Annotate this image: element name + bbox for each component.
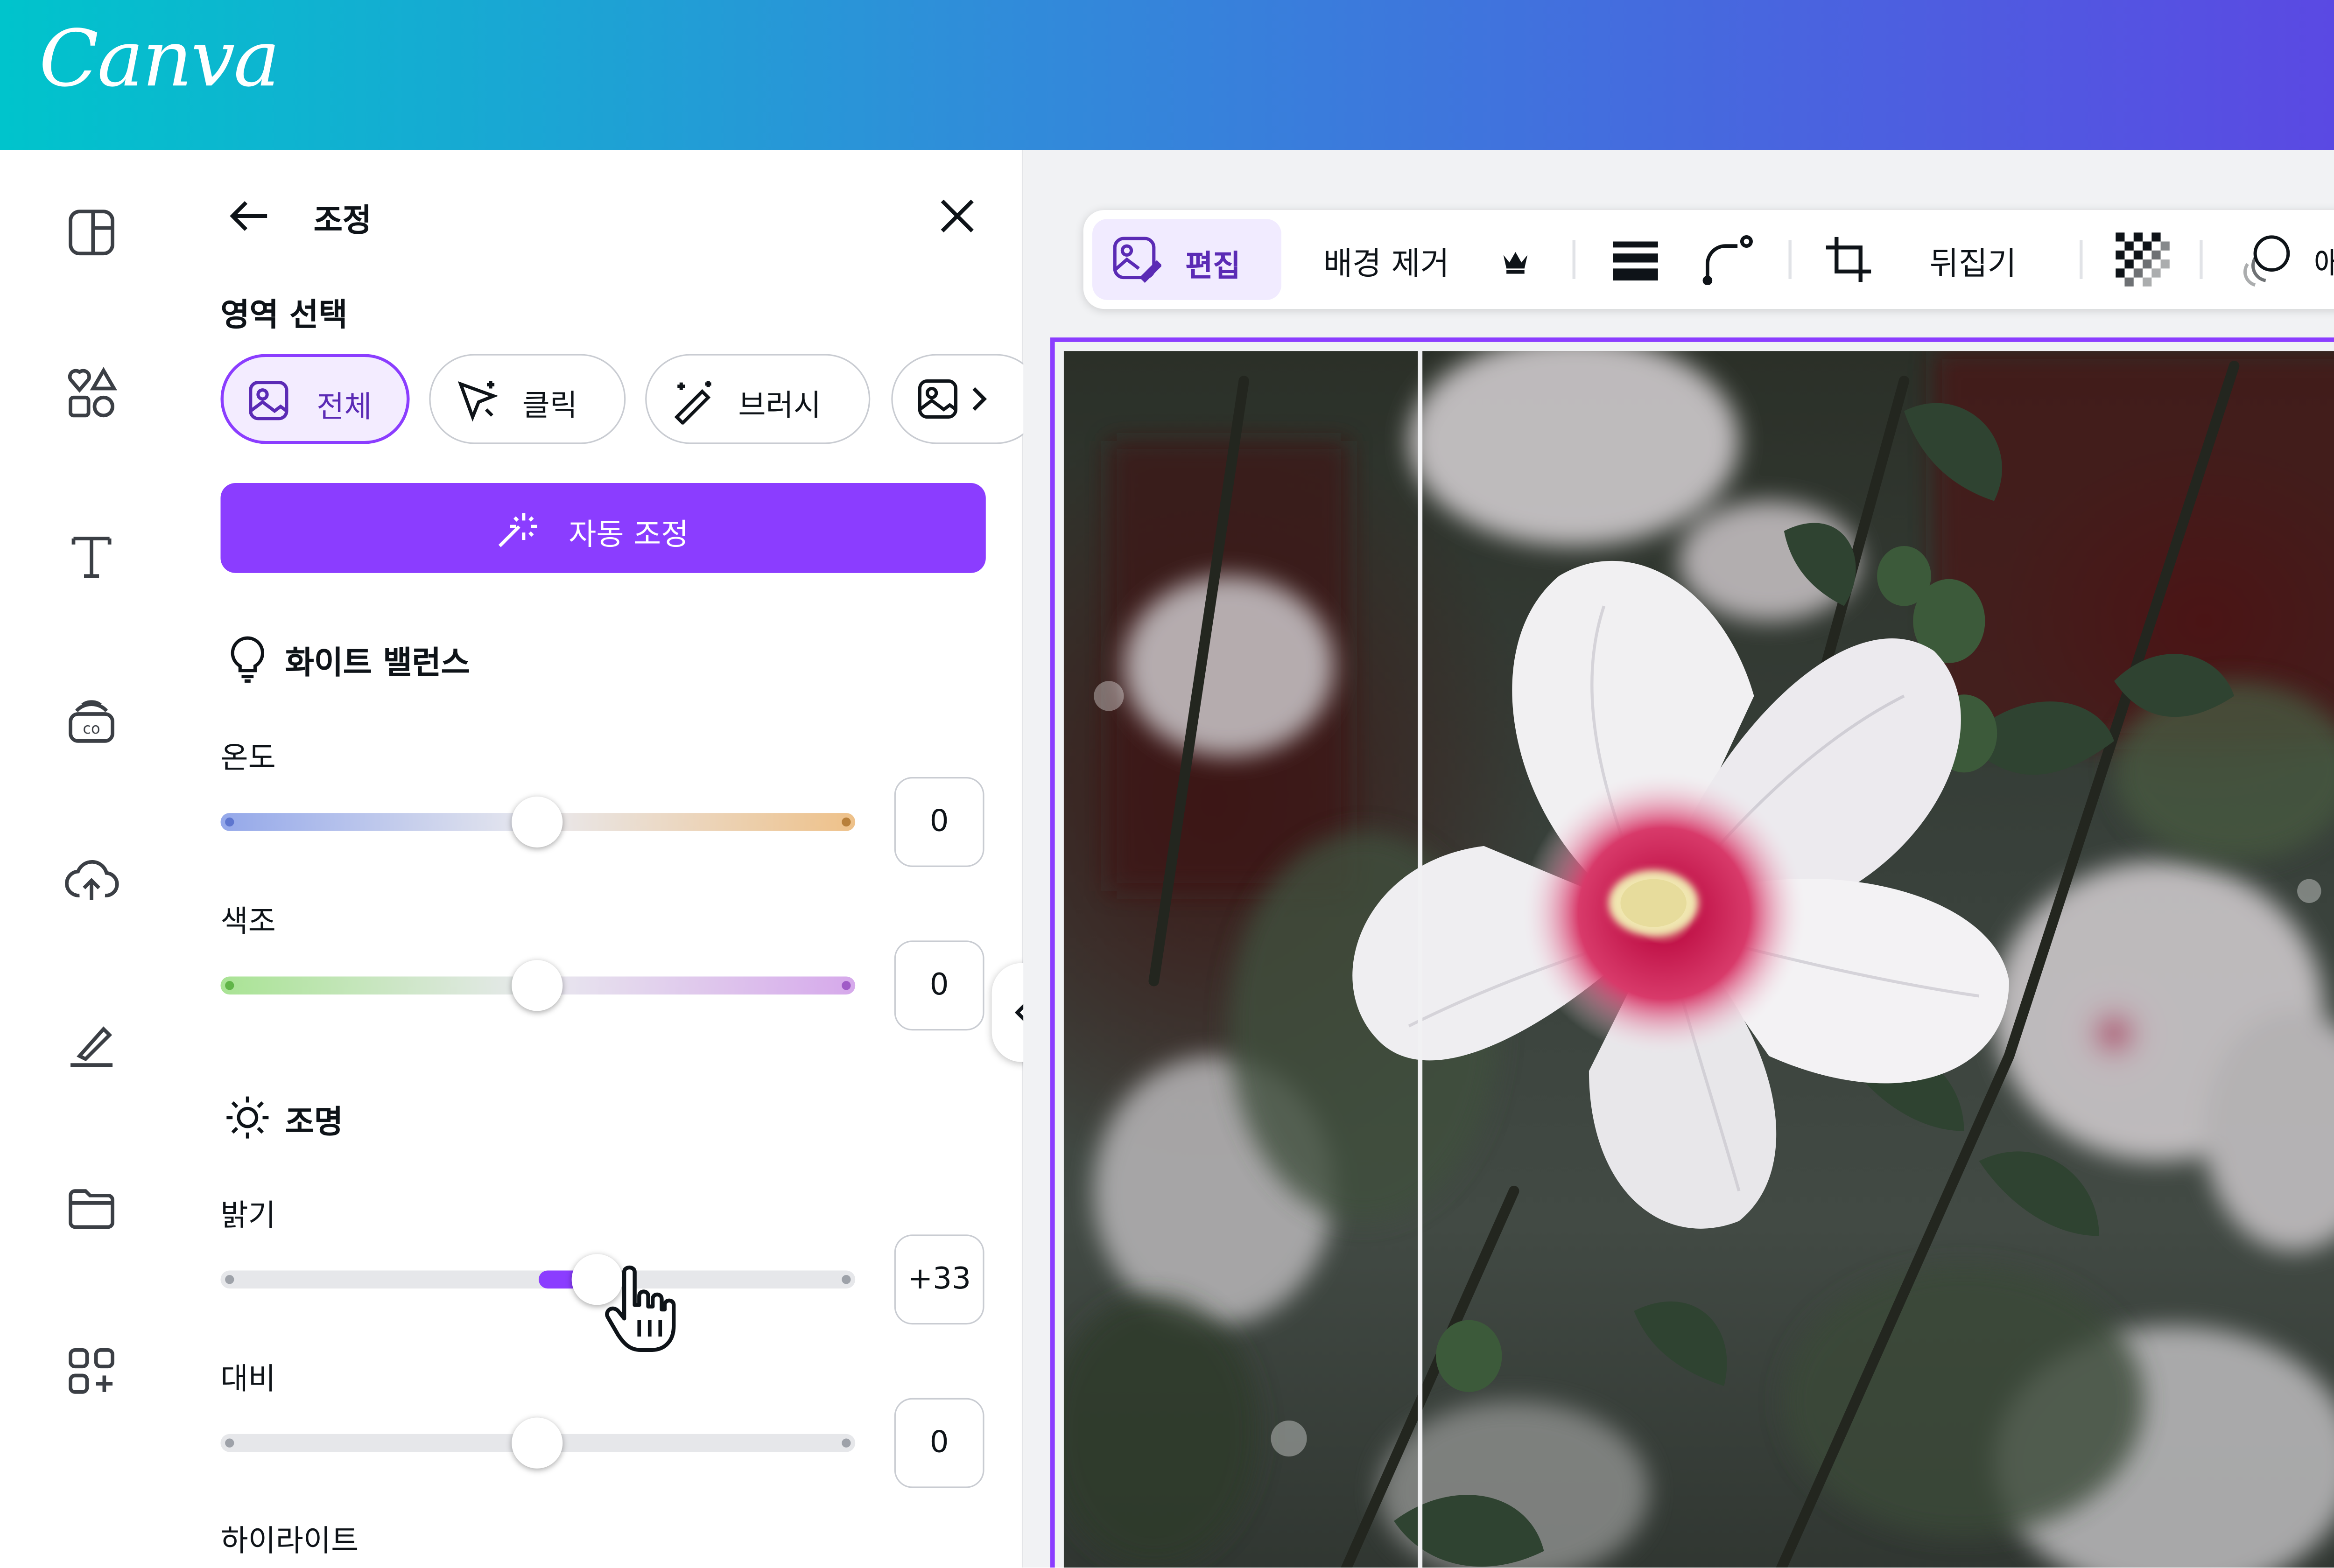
auto-adjust-button[interactable]: 자동 조정	[220, 483, 986, 573]
toolbar-separator	[1788, 240, 1792, 279]
animate-icon[interactable]	[2236, 232, 2296, 289]
canva-logo[interactable]: Canva	[39, 15, 280, 105]
projects-folder-icon[interactable]	[62, 1177, 122, 1238]
toolbar-separator	[2200, 240, 2203, 279]
slider-end-dot	[225, 1438, 234, 1448]
brightness-label: 밝기	[220, 1197, 276, 1233]
magic-wand-icon	[498, 513, 537, 547]
flower-photo[interactable]	[1063, 351, 2334, 1568]
brightness-slider[interactable]	[220, 1270, 856, 1289]
lightbulb-icon	[231, 636, 265, 683]
edit-button[interactable]: 편집	[1092, 219, 1282, 300]
toolbar-separator	[1572, 240, 1576, 279]
apps-icon[interactable]	[62, 1341, 122, 1401]
crown-icon	[1503, 252, 1528, 274]
area-select-label: 영역 선택	[220, 297, 348, 333]
image-icon	[918, 379, 958, 419]
contrast-label: 대비	[220, 1360, 276, 1397]
temperature-value[interactable]: 0	[894, 777, 984, 867]
lighting-heading: 조명	[285, 1104, 343, 1140]
highlights-label: 하이라이트	[220, 1522, 359, 1559]
area-chip-click[interactable]: 클릭	[429, 354, 626, 444]
svg-text:co: co	[83, 720, 100, 737]
corner-rounding-icon[interactable]	[1701, 234, 1756, 285]
cursor-sparkle-icon	[457, 381, 499, 422]
transparency-icon[interactable]	[2116, 232, 2170, 287]
brightness-value[interactable]: +33	[894, 1234, 984, 1325]
toolbar-separator	[2080, 240, 2083, 279]
brand-icon[interactable]: co	[62, 690, 122, 750]
area-chip-label: 전체	[316, 388, 372, 425]
close-icon[interactable]	[936, 195, 978, 237]
temperature-label: 온도	[220, 739, 276, 776]
temperature-slider-thumb[interactable]	[512, 796, 563, 848]
chevron-right-icon[interactable]	[966, 384, 991, 414]
hand-cursor-icon	[605, 1265, 676, 1352]
animate-button[interactable]: 애	[2313, 240, 2334, 285]
white-balance-heading: 화이트 밸런스	[285, 645, 470, 681]
crop-icon[interactable]	[1823, 234, 1877, 285]
magic-brush-icon	[674, 381, 711, 425]
slider-end-dot	[842, 1438, 851, 1448]
photo-artwork	[1063, 351, 2334, 1568]
slider-end-dot	[842, 1275, 851, 1284]
left-rail: co	[0, 150, 183, 1568]
contrast-value[interactable]: 0	[894, 1398, 984, 1488]
remove-background-button[interactable]: 배경 제거	[1323, 240, 1449, 285]
line-weight-icon[interactable]	[1611, 237, 1659, 282]
area-chip-all[interactable]: 전체	[220, 354, 410, 444]
slider-end-dot	[225, 1275, 234, 1284]
slider-end-dot	[225, 981, 234, 990]
selected-image-frame[interactable]	[1050, 337, 2334, 1568]
upload-cloud-icon[interactable]	[62, 851, 122, 911]
top-bar: Canva	[0, 0, 2334, 150]
elements-icon[interactable]	[62, 363, 122, 423]
auto-adjust-label: 자동 조정	[569, 516, 689, 552]
image-icon	[249, 381, 288, 420]
layout-icon[interactable]	[62, 203, 122, 263]
contrast-slider-thumb[interactable]	[512, 1417, 563, 1469]
area-chip-brush[interactable]: 브러시	[645, 354, 871, 444]
edit-image-icon	[1113, 237, 1161, 283]
sun-icon	[226, 1096, 269, 1139]
tint-slider-thumb[interactable]	[512, 960, 563, 1011]
before-after-divider[interactable]	[1418, 348, 1423, 1568]
edit-label: 편집	[1185, 247, 1241, 284]
slider-end-dot	[842, 817, 851, 827]
draw-icon[interactable]	[62, 1014, 122, 1074]
text-icon[interactable]	[62, 526, 122, 587]
area-chip-label: 클릭	[522, 387, 577, 423]
flip-button[interactable]: 뒤집기	[1930, 240, 2017, 285]
tint-value[interactable]: 0	[894, 940, 984, 1031]
panel-title: 조정	[313, 202, 372, 239]
tint-label: 색조	[220, 903, 276, 939]
back-arrow-icon[interactable]	[225, 195, 273, 237]
area-chip-label: 브러시	[738, 387, 821, 423]
slider-end-dot	[842, 981, 851, 990]
slider-end-dot	[225, 817, 234, 827]
